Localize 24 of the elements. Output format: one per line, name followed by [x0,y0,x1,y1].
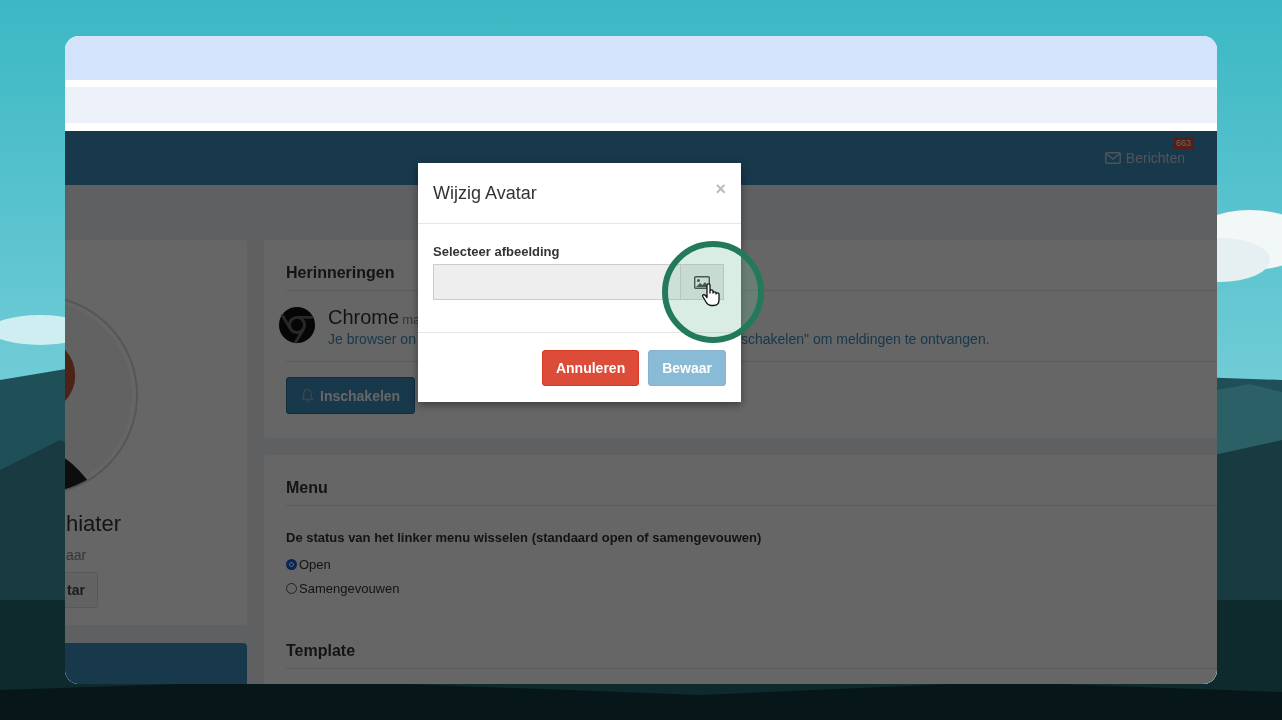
dialog-button[interactable]: Annuleren [541,350,640,386]
dialog-title: Wijzig Avatar [433,182,537,204]
enable-button[interactable]: Inschakelen [286,377,416,414]
section-title: Template [286,642,1217,669]
setting-description: De status van het linker menu wisselen (standaard open of samengevouwen) [286,530,763,545]
radio-label[interactable]: Open [299,557,331,572]
browser-name: Chrome [328,306,400,329]
hand-cursor-icon [701,283,721,307]
change-avatar-button[interactable]: tar [65,572,98,608]
file-input-field[interactable] [433,264,681,300]
envelope-icon [1104,152,1121,164]
notification-text: Je browser on [328,331,417,347]
close-button[interactable]: × [715,178,726,200]
radio-button[interactable] [286,583,297,594]
image-icon [694,275,710,289]
profile-name: hiater [66,511,123,537]
bell-icon [301,388,314,403]
messages-badge: 663 [1172,137,1194,149]
radio-button[interactable] [286,559,297,570]
field-label: Selecteer afbeelding [433,244,561,259]
radio-label[interactable]: Samengevouwen [299,581,400,596]
section-title: Menu [286,479,1217,506]
notification-text: schakelen" om meldingen te ontvangen. [741,331,990,347]
chrome-icon [278,306,316,344]
